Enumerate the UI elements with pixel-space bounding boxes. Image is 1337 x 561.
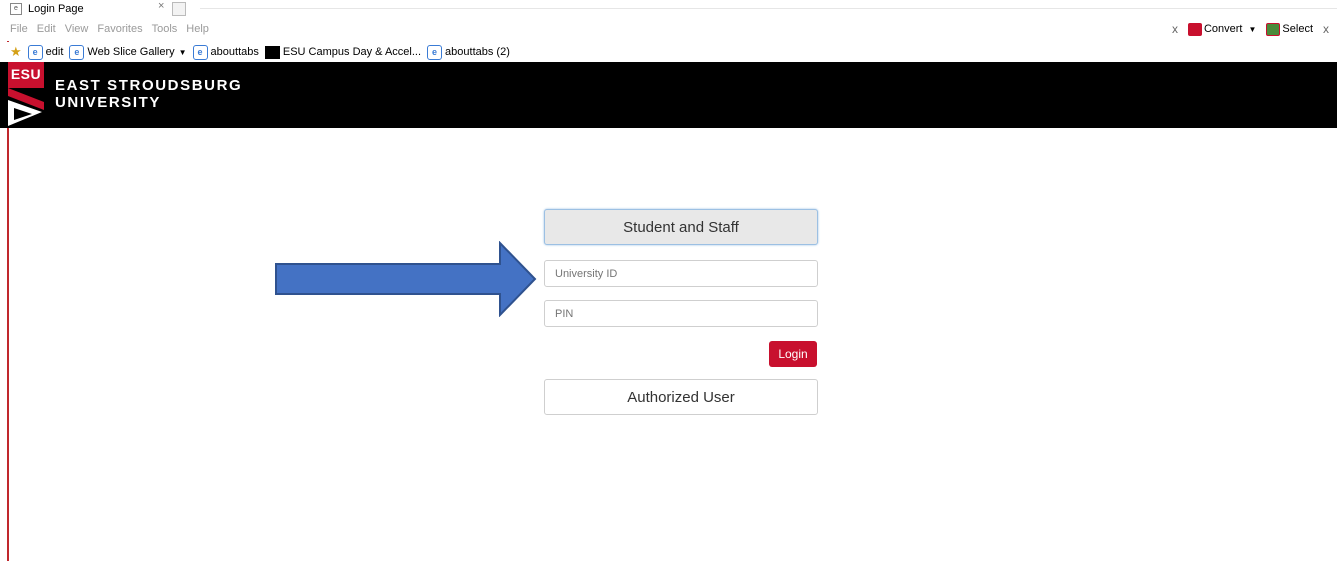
university-name-line2: UNIVERSITY xyxy=(55,94,162,111)
menu-view[interactable]: View xyxy=(65,23,89,35)
new-tab-button[interactable] xyxy=(172,2,186,16)
authorized-user-button[interactable]: Authorized User xyxy=(544,379,818,415)
toolbar-close-icon-2[interactable]: x xyxy=(1323,22,1329,36)
toolbar-right: x Convert ▼ Select x xyxy=(1172,22,1329,36)
fav-web-slice-gallery[interactable]: e Web Slice Gallery ▼ xyxy=(69,44,187,60)
fav-edit[interactable]: e edit xyxy=(27,44,64,60)
fav-abouttabs[interactable]: e abouttabs xyxy=(192,44,259,60)
tab-title: Login Page xyxy=(28,2,84,15)
menu-bar: File Edit View Favorites Tools Help x Co… xyxy=(0,19,1337,41)
page-favicon-icon: e xyxy=(10,2,22,15)
ie-page-icon: e xyxy=(27,44,43,60)
menu-edit[interactable]: Edit xyxy=(37,23,56,35)
menu-file[interactable]: File xyxy=(10,23,28,35)
pin-input[interactable] xyxy=(544,300,818,327)
fav-label: ESU Campus Day & Accel... xyxy=(282,46,422,58)
select-icon xyxy=(1266,22,1281,36)
site-header: ESU EAST STROUDSBURG UNIVERSITY xyxy=(0,62,1337,128)
menu-favorites[interactable]: Favorites xyxy=(97,23,142,35)
university-name: EAST STROUDSBURG UNIVERSITY xyxy=(55,77,242,111)
tab-login-page[interactable]: e Login Page × xyxy=(10,0,195,17)
university-name-line1: EAST STROUDSBURG xyxy=(55,77,243,94)
convert-label: Convert xyxy=(1203,23,1243,35)
logo-text: ESU xyxy=(8,62,44,88)
fav-label: edit xyxy=(45,46,64,58)
fav-label: abouttabs xyxy=(210,46,259,58)
tab-close-icon[interactable]: × xyxy=(158,0,164,12)
convert-dropdown-icon[interactable]: ▼ xyxy=(1249,25,1257,34)
favorites-bar: ★ e edit e Web Slice Gallery ▼ e abouttabs E… xyxy=(0,42,1337,62)
fav-label: Web Slice Gallery xyxy=(87,46,175,58)
select-label: Select xyxy=(1282,23,1313,35)
arrow-right-icon xyxy=(275,241,537,317)
ie-page-icon: e xyxy=(427,44,443,60)
login-button[interactable]: Login xyxy=(769,341,817,367)
logo-chevron-icon xyxy=(8,88,44,126)
tab-bar: e Login Page × xyxy=(0,0,1337,19)
university-id-input[interactable] xyxy=(544,260,818,287)
menu-items: File Edit View Favorites Tools Help xyxy=(10,23,209,35)
fav-abouttabs-2[interactable]: e abouttabs (2) xyxy=(427,44,510,60)
fav-label: abouttabs (2) xyxy=(445,46,510,58)
menu-tools[interactable]: Tools xyxy=(152,23,178,35)
esu-fav-icon xyxy=(264,45,280,59)
menu-help[interactable]: Help xyxy=(186,23,209,35)
fav-esu-campus-day[interactable]: ESU Campus Day & Accel... xyxy=(264,45,422,59)
student-staff-button[interactable]: Student and Staff xyxy=(544,209,818,245)
tab-bar-divider xyxy=(200,8,1337,9)
toolbar-close-icon[interactable]: x xyxy=(1172,22,1178,36)
select-button[interactable]: Select xyxy=(1266,22,1313,36)
esu-logo[interactable]: ESU xyxy=(8,62,44,128)
ie-page-icon: e xyxy=(192,44,208,60)
convert-icon xyxy=(1187,22,1202,36)
convert-button[interactable]: Convert ▼ xyxy=(1187,22,1257,36)
ie-page-icon: e xyxy=(69,44,85,60)
favorites-star-icon[interactable]: ★ xyxy=(10,44,22,60)
chevron-down-icon[interactable]: ▼ xyxy=(179,48,187,57)
